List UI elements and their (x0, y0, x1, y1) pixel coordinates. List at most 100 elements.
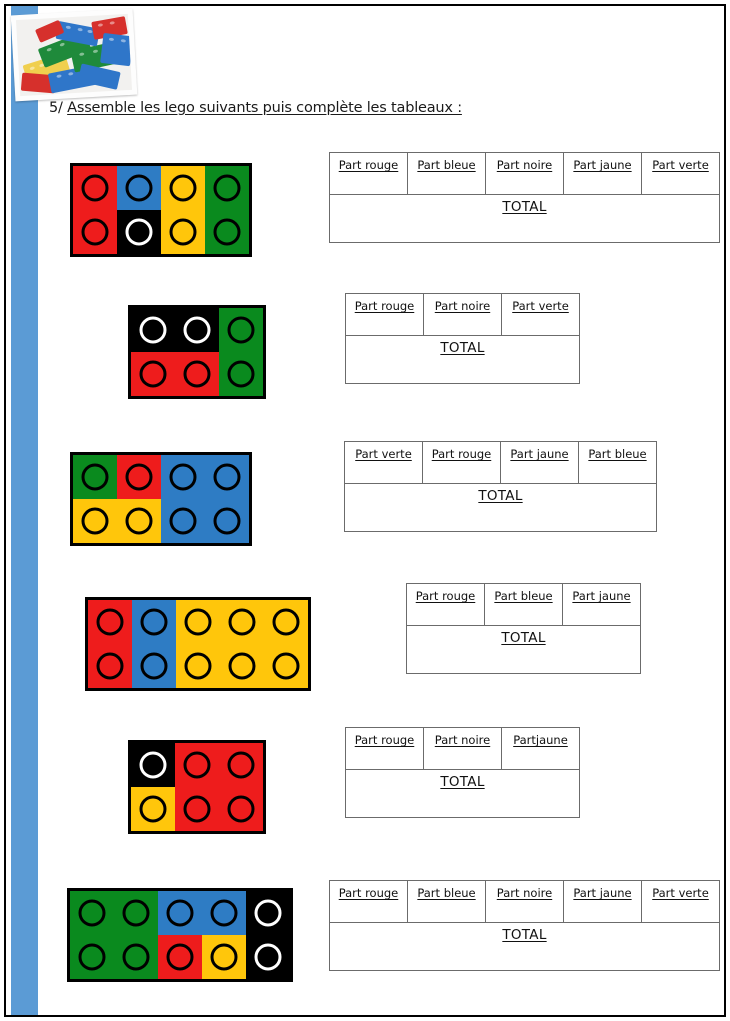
column-header-cell[interactable]: Part bleue (407, 880, 486, 923)
column-header-cell[interactable]: Part bleue (484, 583, 563, 626)
worksheet-page: 5/ Assemble les lego suivants puis compl… (0, 0, 730, 1021)
column-header-cell[interactable]: Part noire (423, 727, 502, 770)
column-header-cell[interactable]: Partjaune (501, 727, 580, 770)
table-header-row: Part verte Part rouge Part jaune Part bleue (344, 441, 657, 484)
lego-brick-rouge (117, 455, 161, 499)
lego-brick-jaune (202, 935, 246, 979)
lego-stud (213, 174, 241, 202)
lego-stud (81, 507, 109, 535)
table-header-row: Part rouge Part bleue Part noire Part jaune… (329, 880, 720, 923)
column-header-cell[interactable]: Part rouge (422, 441, 501, 484)
column-header-label: Partjaune (513, 733, 568, 747)
column-header-cell[interactable]: Part jaune (500, 441, 579, 484)
lego-stud (272, 608, 300, 636)
column-header-cell[interactable]: Part verte (641, 152, 720, 195)
lego-stud (169, 174, 197, 202)
column-header-label: Part bleue (417, 886, 476, 900)
lego-brick-verte (73, 455, 117, 499)
column-header-cell[interactable]: Part verte (641, 880, 720, 923)
table-total-row: TOTAL (344, 483, 657, 532)
left-accent-bar (11, 6, 38, 1015)
lego-brick-verte (205, 166, 249, 254)
lego-stud (183, 795, 211, 823)
column-header-cell[interactable]: Part jaune (563, 880, 642, 923)
lego-stud (125, 507, 153, 535)
total-cell[interactable]: TOTAL (406, 625, 641, 674)
lego-stud (183, 316, 211, 344)
column-header-label: Part rouge (338, 158, 399, 172)
lego-stud (139, 751, 167, 779)
column-header-label: Part bleue (417, 158, 476, 172)
total-cell[interactable]: TOTAL (329, 922, 720, 971)
column-header-cell[interactable]: Part noire (485, 880, 564, 923)
lego-figure-5 (128, 740, 266, 834)
lego-stud (213, 218, 241, 246)
column-header-label: Part verte (512, 299, 569, 313)
lego-stud (227, 751, 255, 779)
lego-brick-rouge (88, 600, 132, 688)
lego-stud (272, 652, 300, 680)
column-header-cell[interactable]: Part verte (344, 441, 423, 484)
lego-stud (140, 652, 168, 680)
table-header-row: Part rouge Part bleue Part noire Part jaune… (329, 152, 720, 195)
lego-brick-rouge (158, 935, 202, 979)
lego-stud (96, 608, 124, 636)
column-header-cell[interactable]: Part noire (423, 293, 502, 336)
total-cell[interactable]: TOTAL (329, 194, 720, 243)
total-cell[interactable]: TOTAL (344, 483, 657, 532)
table-total-row: TOTAL (406, 625, 641, 674)
lego-stud (254, 943, 282, 971)
column-header-cell[interactable]: Part rouge (329, 152, 408, 195)
total-label: TOTAL (440, 340, 485, 356)
column-header-cell[interactable]: Part rouge (329, 880, 408, 923)
column-header-cell[interactable]: Part jaune (563, 152, 642, 195)
lego-stud (227, 316, 255, 344)
column-header-label: Part rouge (354, 733, 415, 747)
table-total-row: TOTAL (329, 194, 720, 243)
column-header-cell[interactable]: Part verte (501, 293, 580, 336)
lego-brick-rouge (73, 166, 117, 254)
lego-stud (122, 899, 150, 927)
lego-brick-jaune (161, 166, 205, 254)
lego-brick-bleue (132, 600, 176, 688)
lego-stud (227, 795, 255, 823)
column-header-cell[interactable]: Part rouge (345, 727, 424, 770)
lego-stud (139, 795, 167, 823)
lego-stud (78, 943, 106, 971)
total-cell[interactable]: TOTAL (345, 769, 580, 818)
lego-stud (183, 751, 211, 779)
lego-photo-image (15, 13, 133, 97)
lego-stud (166, 943, 194, 971)
lego-figure-3 (70, 452, 252, 546)
total-cell[interactable]: TOTAL (345, 335, 580, 384)
column-header-label: Part noire (496, 158, 553, 172)
lego-brick-bleue (161, 455, 249, 543)
lego-stud (210, 899, 238, 927)
lego-stud (254, 899, 282, 927)
column-header-cell[interactable]: Part bleue (407, 152, 486, 195)
answer-table-3: Part verte Part rouge Part jaune Part bleue… (344, 441, 657, 532)
lego-stud (169, 507, 197, 535)
lego-stud (213, 463, 241, 491)
column-header-cell[interactable]: Part rouge (406, 583, 485, 626)
lego-brick-noire (131, 743, 175, 787)
column-header-label: Part jaune (510, 447, 569, 461)
column-header-cell[interactable]: Part noire (485, 152, 564, 195)
lego-brick-verte (219, 308, 263, 396)
lego-stud (228, 608, 256, 636)
lego-brick-verte (70, 891, 158, 979)
lego-stud (227, 360, 255, 388)
column-header-cell[interactable]: Part jaune (562, 583, 641, 626)
column-header-cell[interactable]: Part bleue (578, 441, 657, 484)
table-total-row: TOTAL (345, 335, 580, 384)
lego-brick-rouge (175, 743, 263, 831)
total-label: TOTAL (440, 774, 485, 790)
lego-stud (166, 899, 194, 927)
column-header-label: Part jaune (573, 886, 632, 900)
lego-brick-noire (131, 308, 219, 352)
table-header-row: Part rouge Part bleue Part jaune (406, 583, 641, 626)
column-header-cell[interactable]: Part rouge (345, 293, 424, 336)
lego-stud (122, 943, 150, 971)
total-label: TOTAL (478, 488, 523, 504)
column-header-label: Part rouge (354, 299, 415, 313)
